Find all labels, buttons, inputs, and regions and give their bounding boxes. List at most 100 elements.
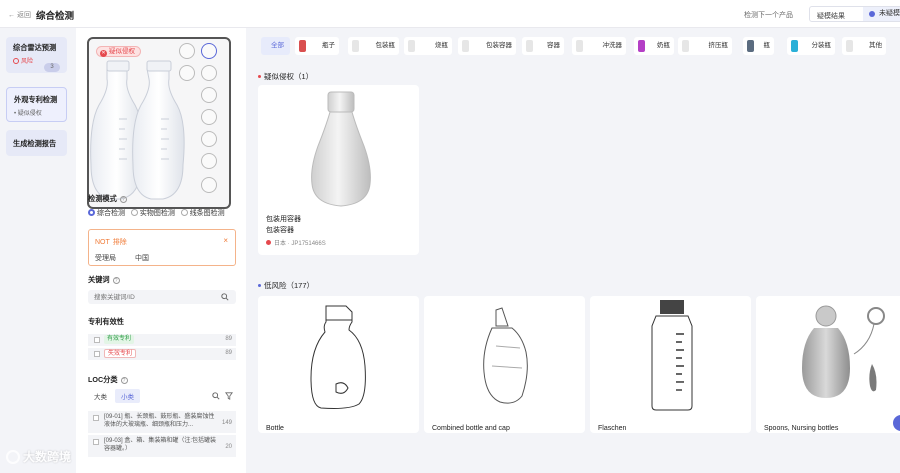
category-all[interactable]: 全部 (261, 37, 290, 55)
thumbnail-9[interactable] (201, 177, 217, 193)
search-icon[interactable] (221, 293, 229, 301)
tab-major[interactable]: 大类 (88, 389, 113, 403)
step-radar-sub: 风险 (13, 56, 33, 65)
toggle-result[interactable]: 疑模结果 (817, 11, 845, 21)
close-icon[interactable]: × (223, 236, 228, 245)
suspected-title-text: 疑似侵权（1） (264, 72, 314, 81)
suspected-badge: ✕ 疑似侵权 (96, 46, 141, 57)
category-label: 全部 (271, 42, 284, 49)
thumbnail-8[interactable] (201, 153, 217, 169)
checkbox[interactable] (94, 337, 100, 343)
card-name: Spoons, Nursing bottles (764, 425, 839, 432)
thumbnail-5[interactable] (201, 87, 217, 103)
loc-item-09-01[interactable]: [09-01] 瓶、长颈瓶、鼓形瓶、盛装腐蚀性液体的大玻璃瓶、细颈瓶和压力...… (88, 411, 236, 433)
step-design-title: 外观专利检测 (14, 95, 58, 104)
thumbnail-3[interactable] (179, 65, 195, 81)
baby-bottle-icon (638, 40, 645, 52)
radio-dot-icon (88, 209, 95, 216)
help-icon[interactable]: ? (120, 377, 128, 384)
card-bottle-image (310, 305, 366, 409)
radio-comprehensive-label: 综合检测 (97, 210, 125, 217)
category-packaging-bottle[interactable]: 包装瓶 (348, 37, 399, 55)
validity-valid-row[interactable]: 有效专利 89 (88, 334, 236, 346)
thumbnail-1[interactable] (179, 43, 195, 59)
category-baby-bottle[interactable]: 奶瓶 (634, 37, 674, 55)
lowrisk-card-3[interactable]: Flaschen (590, 296, 751, 433)
search-icon[interactable] (212, 392, 220, 400)
category-rinser[interactable]: 冲洗器 (572, 37, 626, 55)
not-label: NOT (95, 239, 110, 246)
category-label: 包装瓶 (375, 42, 396, 49)
category-dispenser[interactable]: 分装瓶 (787, 37, 835, 55)
validity-invalid-row[interactable]: 失效专利 89 (88, 348, 236, 360)
step-radar-count: 3 (44, 63, 60, 72)
bullet-icon (258, 284, 261, 287)
other-icon (846, 40, 853, 52)
card-country: 日本 (274, 241, 287, 247)
rinser-icon (576, 40, 583, 52)
risk-icon (13, 58, 19, 64)
category-label: 包装容器 (486, 42, 512, 49)
thumbnail-6[interactable] (201, 109, 217, 125)
bottle-icon (682, 40, 689, 52)
suspected-card[interactable]: 包装用容器 包装容器 日本 · JP1751466S (258, 85, 419, 255)
loc-tabs: 大类 小类 (88, 389, 142, 403)
card-bottle-image (802, 305, 885, 398)
category-container[interactable]: 容器 (522, 37, 564, 55)
lowrisk-card-4[interactable]: Spoons, Nursing bottles (756, 296, 900, 433)
step-radar[interactable]: 综合雷达预测 风险 3 (6, 37, 67, 73)
suspected-badge-text: 疑似侵权 (109, 48, 135, 55)
product-image: ✕ 疑似侵权 (87, 37, 231, 209)
category-label: 挤压瓶 (708, 42, 729, 49)
lowrisk-card-1[interactable]: Bottle (258, 296, 419, 433)
detect-mode-radios: 综合检测 实物图检测 线条图检测 (88, 208, 225, 218)
checkbox[interactable] (94, 351, 100, 357)
radio-comprehensive[interactable]: 综合检测 (88, 209, 125, 217)
filter-icon[interactable] (225, 392, 233, 400)
top-bar: ← 返回 综合检测 检测下一个产品 疑模结果 未疑模 (0, 0, 900, 28)
tab-minor[interactable]: 小类 (115, 389, 140, 403)
lowrisk-title-text: 低风险（177） (264, 281, 315, 290)
keyword-search-input[interactable] (88, 290, 236, 304)
thumbnail-2[interactable] (201, 43, 217, 59)
category-flask[interactable]: 烧瓶 (404, 37, 452, 55)
category-squeeze-bottle[interactable]: 挤压瓶 (678, 37, 732, 55)
valid-tag: 有效专利 (104, 335, 135, 344)
card-patent-id: JP1751466S (291, 241, 326, 247)
next-product-link[interactable]: 检测下一个产品 (744, 10, 793, 20)
toggle-unsuspected-label: 未疑模 (879, 10, 900, 17)
lowrisk-card-2[interactable]: Combined bottle and cap (424, 296, 585, 433)
checkbox[interactable] (93, 439, 99, 445)
step-design-patent[interactable]: 外观专利检测 • 疑似侵权 (6, 87, 67, 122)
radio-photo[interactable]: 实物图检测 (130, 209, 175, 217)
card-name: Combined bottle and cap (432, 425, 510, 432)
category-packaging-container[interactable]: 包装容器 (458, 37, 516, 55)
category-other[interactable]: 其他 (842, 37, 886, 55)
loc-item-text: [09-01] 瓶、长颈瓶、鼓形瓶、盛装腐蚀性液体的大玻璃瓶、细颈瓶和压力... (104, 414, 215, 428)
thumbnail-7[interactable] (201, 131, 217, 147)
radio-line[interactable]: 线条图检测 (180, 209, 225, 217)
step-sidebar: 综合雷达预测 风险 3 外观专利检测 • 疑似侵权 生成检测报告 (0, 28, 76, 473)
thumbnail-4[interactable] (201, 65, 217, 81)
valid-count: 89 (225, 336, 232, 342)
category-label: 瓶 (763, 42, 771, 49)
radio-dot-icon (180, 209, 188, 216)
loc-item-09-03[interactable]: [09-03] 盒、箱、集装箱和罐（注:包括罐装容器罐。） 20 (88, 435, 236, 457)
category-label: 冲洗器 (602, 42, 623, 49)
toggle-unsuspected[interactable]: 未疑模 (863, 7, 900, 21)
help-icon[interactable]: ? (112, 277, 120, 284)
card-name-2: 包装容器 (266, 227, 294, 234)
checkbox[interactable] (93, 415, 99, 421)
step-report[interactable]: 生成检测报告 (6, 130, 67, 156)
suspected-section-title: 疑似侵权（1） (258, 71, 313, 82)
radio-dot-icon (130, 209, 138, 216)
not-filter-title: NOT 排除 (95, 237, 127, 247)
help-icon[interactable]: ? (119, 196, 127, 203)
loc-item-text: [09-03] 盒、箱、集装箱和罐（注:包括罐装容器罐。） (104, 438, 217, 452)
container-icon (462, 40, 469, 52)
category-jar[interactable]: 瓶 (743, 37, 774, 55)
category-bottle[interactable]: 瓶子 (295, 37, 339, 55)
category-label: 奶瓶 (657, 42, 670, 49)
card-meta: 日本 · JP1751466S (266, 238, 326, 247)
back-button[interactable]: ← 返回 (8, 10, 31, 20)
